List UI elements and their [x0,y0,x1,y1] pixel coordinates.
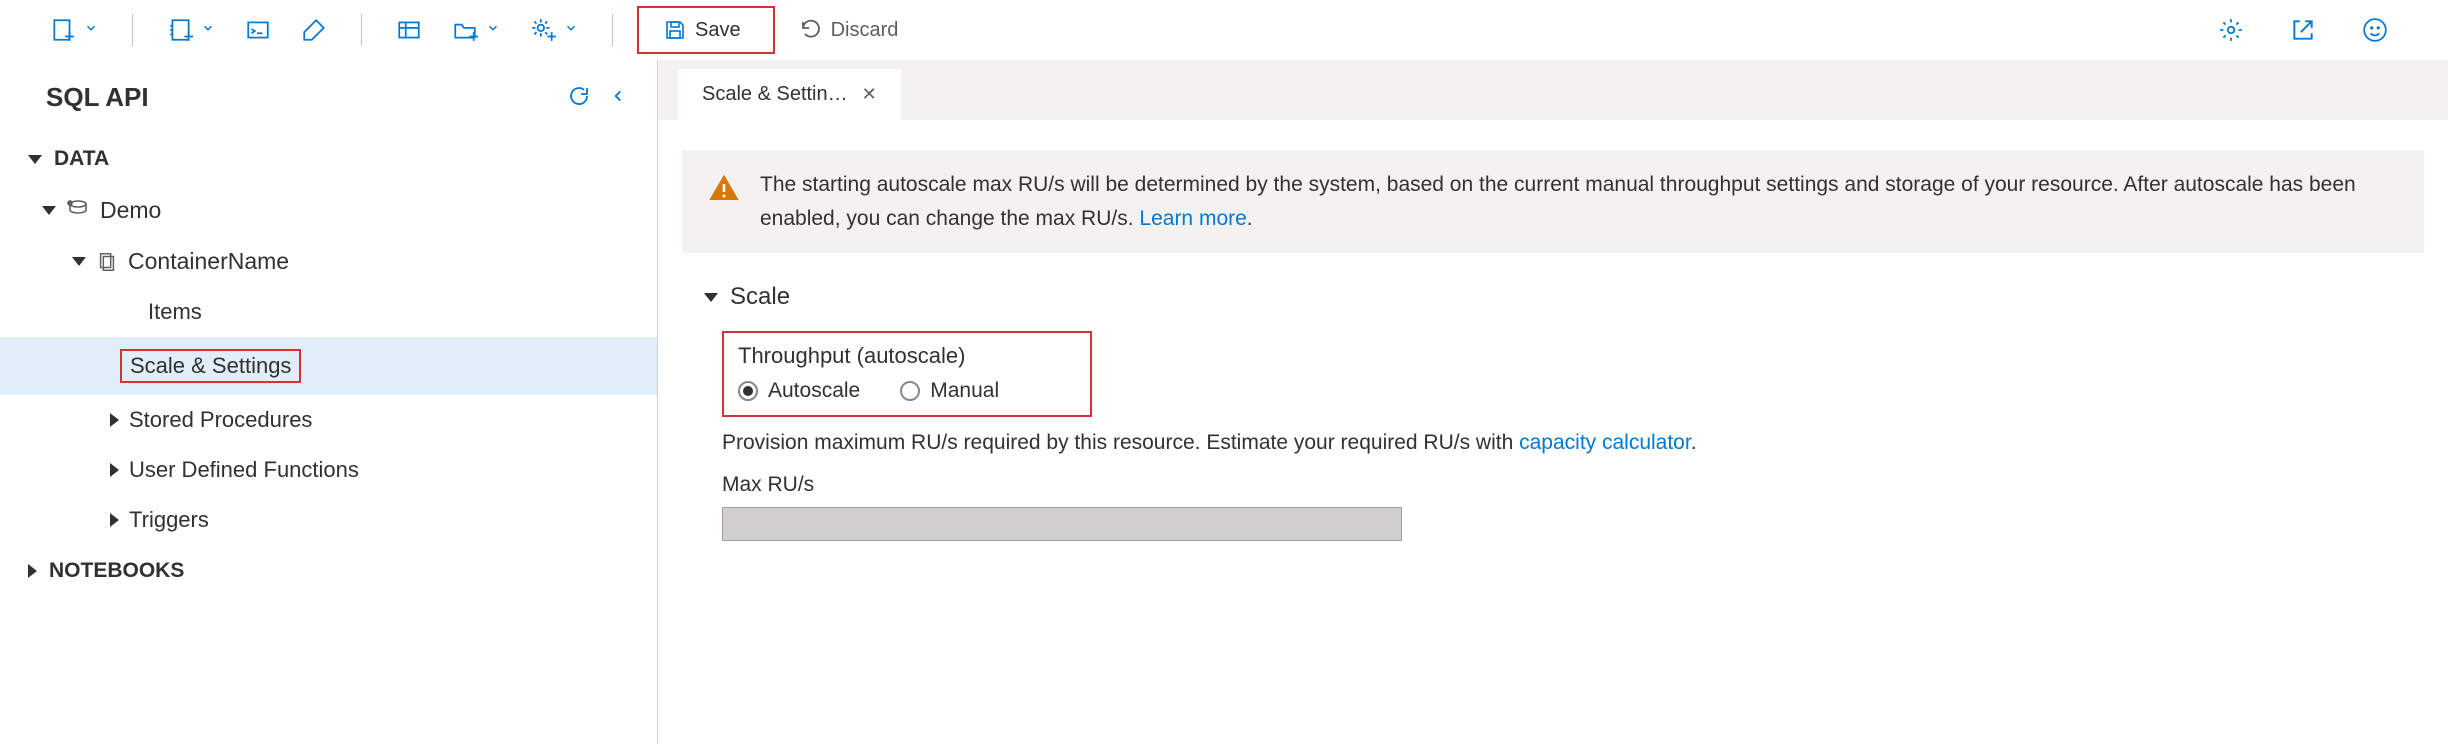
throughput-radio-group: Autoscale Manual [738,379,1050,403]
sidebar-title: SQL API [46,82,553,113]
tree-leaf-triggers[interactable]: Triggers [0,495,657,545]
tree-leaf-label: Items [148,299,202,325]
main: Scale & Settin… ✕ The starting autoscale… [658,60,2448,744]
feedback-smile-button[interactable] [2352,11,2398,49]
toolbar: Save Discard [0,0,2448,60]
tree-leaf-label: User Defined Functions [129,457,359,483]
tree-database-label: Demo [100,197,161,224]
settings-icon-button[interactable] [2208,11,2254,49]
caret-down-icon [704,293,718,302]
radio-autoscale[interactable]: Autoscale [738,379,860,403]
info-alert: The starting autoscale max RU/s will be … [682,150,2424,253]
max-ru-label: Max RU/s [722,473,2424,497]
refresh-button[interactable] [563,80,595,115]
radio-manual[interactable]: Manual [900,379,999,403]
warning-icon [708,172,740,210]
tree-section-label: NOTEBOOKS [49,559,184,583]
toolbar-divider [132,14,133,46]
caret-right-icon [110,413,119,427]
max-ru-input[interactable] [722,507,1402,541]
caret-right-icon [110,463,119,477]
alert-text: The starting autoscale max RU/s will be … [760,168,2398,235]
collapse-sidebar-button[interactable] [605,83,631,112]
sidebar: SQL API DATA Demo ContainerName [0,60,658,744]
alert-message: The starting autoscale max RU/s will be … [760,173,2356,230]
throughput-block: Throughput (autoscale) Autoscale Manual [722,331,2424,541]
toolbar-group-data [386,11,588,49]
learn-more-link[interactable]: Learn more [1139,207,1246,230]
toolbar-divider [361,14,362,46]
scale-section: Scale Throughput (autoscale) Autoscale [682,283,2424,541]
tree-leaf-label: Triggers [129,507,209,533]
toolbar-group-items [157,11,337,49]
radio-button-icon [900,381,920,401]
save-button[interactable]: Save [649,12,755,48]
content: The starting autoscale max RU/s will be … [658,120,2448,744]
tree-leaf-items[interactable]: Items [0,287,657,337]
tree-section-notebooks[interactable]: NOTEBOOKS [0,545,657,597]
save-label: Save [695,19,741,42]
toolbar-group-actions: Save Discard [637,6,912,54]
clear-button[interactable] [291,11,337,49]
new-sql-query-button[interactable] [40,11,108,49]
chevron-down-icon [564,19,578,41]
tab-scale-settings[interactable]: Scale & Settin… ✕ [678,69,901,120]
tree-leaf-udf[interactable]: User Defined Functions [0,445,657,495]
tree-leaf-stored-procedures[interactable]: Stored Procedures [0,395,657,445]
tree: DATA Demo ContainerName Items Scale & Se… [0,127,657,597]
highlight-box: Scale & Settings [120,349,301,383]
open-query-button[interactable] [235,11,281,49]
section-title: Scale [730,283,790,311]
tree-section-label: DATA [54,147,109,171]
toolbar-group-new [40,11,108,49]
tree-leaf-label: Scale & Settings [130,353,291,378]
tree-container-label: ContainerName [128,248,289,275]
open-external-button[interactable] [2280,11,2326,49]
tab-strip: Scale & Settin… ✕ [658,60,2448,120]
tree-leaf-label: Stored Procedures [129,407,312,433]
scale-section-header[interactable]: Scale [704,283,2424,311]
save-highlight-box: Save [637,6,775,54]
discard-label: Discard [831,19,899,42]
caret-right-icon [28,564,37,578]
radio-button-icon [738,381,758,401]
radio-label: Manual [930,379,999,403]
tree-leaf-scale-settings[interactable]: Scale & Settings [0,337,657,395]
throughput-help-text: Provision maximum RU/s required by this … [722,431,2424,455]
capacity-calculator-link[interactable]: capacity calculator [1519,431,1691,454]
chevron-down-icon [486,19,500,41]
caret-down-icon [42,206,56,215]
caret-down-icon [72,257,86,266]
tree-section-data[interactable]: DATA [0,133,657,185]
tree-database[interactable]: Demo [0,185,657,236]
throughput-label: Throughput (autoscale) [738,343,1050,369]
caret-down-icon [28,155,42,164]
settings-gear-button[interactable] [520,11,588,49]
grid-button[interactable] [386,11,432,49]
discard-button[interactable]: Discard [785,12,913,48]
container-icon [96,251,118,273]
toolbar-divider [612,14,613,46]
chevron-down-icon [84,19,98,41]
chevron-down-icon [201,19,215,41]
folder-button[interactable] [442,11,510,49]
sidebar-header: SQL API [0,60,657,127]
help-prefix: Provision maximum RU/s required by this … [722,431,1519,454]
tab-label: Scale & Settin… [702,83,848,106]
tab-close-icon[interactable]: ✕ [862,84,877,105]
caret-right-icon [110,513,119,527]
throughput-highlight-box: Throughput (autoscale) Autoscale Manual [722,331,1092,417]
tree-container[interactable]: ContainerName [0,236,657,287]
database-icon [66,199,90,223]
radio-label: Autoscale [768,379,860,403]
toolbar-right [2208,11,2408,49]
new-notebook-button[interactable] [157,11,225,49]
